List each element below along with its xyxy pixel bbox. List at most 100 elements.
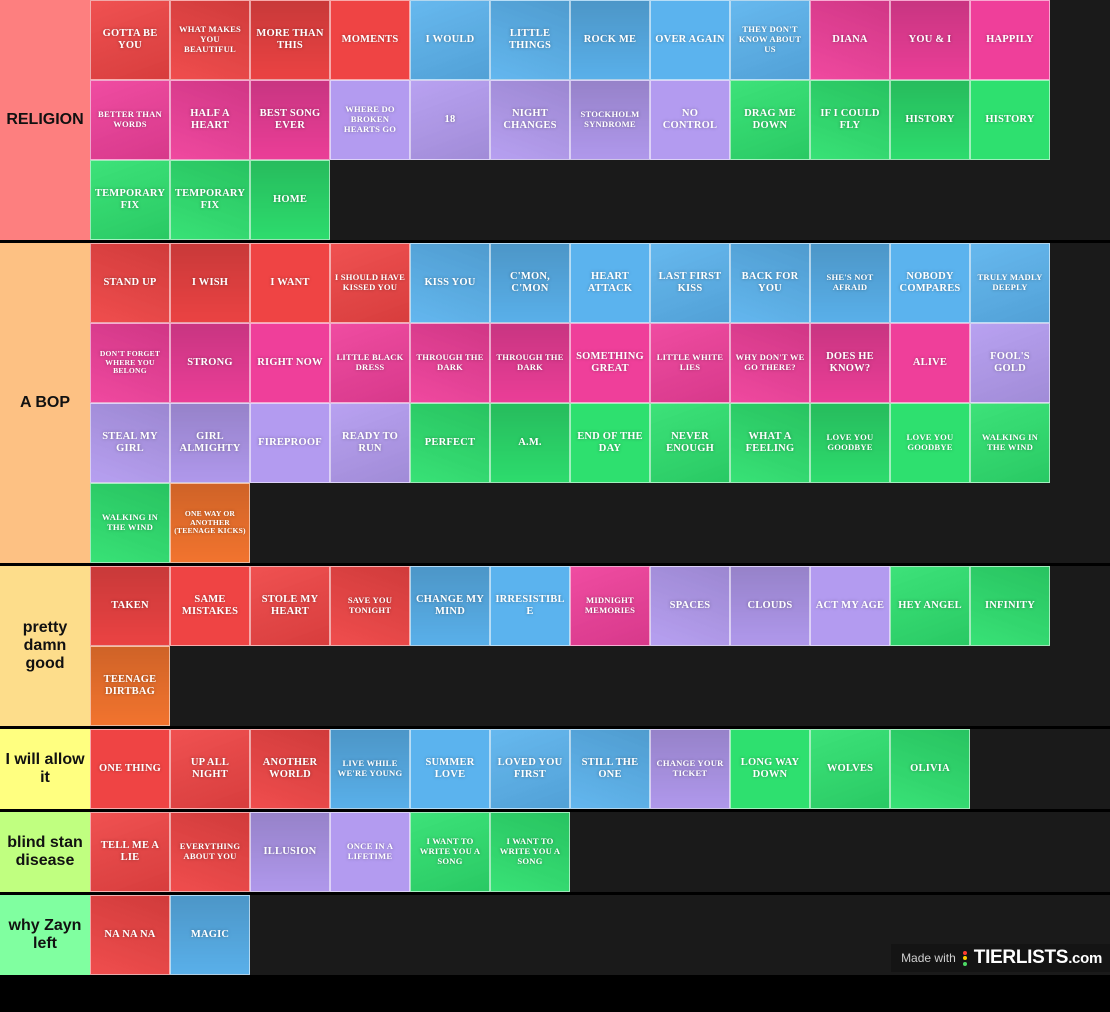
tier-item-tile[interactable]: NA NA NA (90, 895, 170, 975)
tier-item-tile[interactable]: YOU & I (890, 0, 970, 80)
tier-item-tile[interactable]: A.M. (490, 403, 570, 483)
tier-item-tile[interactable]: IRRESISTIBLE (490, 566, 570, 646)
tier-item-tile[interactable]: HAPPILY (970, 0, 1050, 80)
tier-item-tile[interactable]: NIGHT CHANGES (490, 80, 570, 160)
tier-item-tile[interactable]: READY TO RUN (330, 403, 410, 483)
tier-item-tile[interactable]: LOVE YOU GOODBYE (890, 403, 970, 483)
tier-item-tile[interactable]: SHE'S NOT AFRAID (810, 243, 890, 323)
tier-item-tile[interactable]: MORE THAN THIS (250, 0, 330, 80)
tier-item-tile[interactable]: ANOTHER WORLD (250, 729, 330, 809)
tier-item-tile[interactable]: NOBODY COMPARES (890, 243, 970, 323)
tier-item-tile[interactable]: FOOL'S GOLD (970, 323, 1050, 403)
tier-drop-zone[interactable]: STAND UP I WISH I WANT I SHOULD HAVE KISSED… (90, 243, 1110, 563)
tier-item-tile[interactable]: LOVED YOU FIRST (490, 729, 570, 809)
tier-item-tile[interactable]: MOMENTS (330, 0, 410, 80)
tier-item-tile[interactable]: END OF THE DAY (570, 403, 650, 483)
tier-item-tile[interactable]: WHERE DO BROKEN HEARTS GO (330, 80, 410, 160)
tier-item-tile[interactable]: ONE THING (90, 729, 170, 809)
tier-item-tile[interactable]: I WOULD (410, 0, 490, 80)
tier-item-tile[interactable]: I WANT TO WRITE YOU A SONG (410, 812, 490, 892)
tier-item-tile[interactable]: TEENAGE DIRTBAG (90, 646, 170, 726)
tier-item-tile[interactable]: SPACES (650, 566, 730, 646)
tier-item-tile[interactable]: WALKING IN THE WIND (970, 403, 1050, 483)
tier-item-tile[interactable]: OLIVIA (890, 729, 970, 809)
tier-item-tile[interactable]: ROCK ME (570, 0, 650, 80)
tier-item-tile[interactable]: HOME (250, 160, 330, 240)
tier-drop-zone[interactable]: TELL ME A LIE EVERYTHING ABOUT YOU ILLUSIO… (90, 812, 1110, 892)
tier-item-tile[interactable]: STOLE MY HEART (250, 566, 330, 646)
tier-item-tile[interactable]: C'MON, C'MON (490, 243, 570, 323)
tier-item-tile[interactable]: GOTTA BE YOU (90, 0, 170, 80)
tier-item-tile[interactable]: MAGIC (170, 895, 250, 975)
tier-item-tile[interactable]: TRULY MADLY DEEPLY (970, 243, 1050, 323)
tier-label[interactable]: why Zayn left (0, 895, 90, 975)
tier-item-tile[interactable]: BETTER THAN WORDS (90, 80, 170, 160)
tier-item-tile[interactable]: TELL ME A LIE (90, 812, 170, 892)
tier-item-tile[interactable]: MIDNIGHT MEMORIES (570, 566, 650, 646)
tier-item-tile[interactable]: HEART ATTACK (570, 243, 650, 323)
tier-label[interactable]: blind stan disease (0, 812, 90, 892)
tier-item-tile[interactable]: NO CONTROL (650, 80, 730, 160)
tier-item-tile[interactable]: THEY DON'T KNOW ABOUT US (730, 0, 810, 80)
tier-item-tile[interactable]: ACT MY AGE (810, 566, 890, 646)
tier-item-tile[interactable]: OVER AGAIN (650, 0, 730, 80)
tier-drop-zone[interactable]: ONE THING UP ALL NIGHT ANOTHER WORLD LIVE W… (90, 729, 1110, 809)
tier-item-tile[interactable]: I WISH (170, 243, 250, 323)
tier-item-tile[interactable]: SOMETHING GREAT (570, 323, 650, 403)
tier-item-tile[interactable]: LITTLE WHITE LIES (650, 323, 730, 403)
tier-item-tile[interactable]: WHAT MAKES YOU BEAUTIFUL (170, 0, 250, 80)
tier-item-tile[interactable]: LAST FIRST KISS (650, 243, 730, 323)
tier-drop-zone[interactable]: GOTTA BE YOU WHAT MAKES YOU BEAUTIFUL MORE… (90, 0, 1110, 240)
tier-item-tile[interactable]: PERFECT (410, 403, 490, 483)
tier-item-tile[interactable]: I SHOULD HAVE KISSED YOU (330, 243, 410, 323)
tier-item-tile[interactable]: ONE WAY OR ANOTHER (TEENAGE KICKS) (170, 483, 250, 563)
tier-item-tile[interactable]: HEY ANGEL (890, 566, 970, 646)
tier-item-tile[interactable]: FIREPROOF (250, 403, 330, 483)
tier-item-tile[interactable]: STOCKHOLM SYNDROME (570, 80, 650, 160)
tier-item-tile[interactable]: STRONG (170, 323, 250, 403)
tier-item-tile[interactable]: WHY DON'T WE GO THERE? (730, 323, 810, 403)
tier-item-tile[interactable]: IF I COULD FLY (810, 80, 890, 160)
tier-item-tile[interactable]: WOLVES (810, 729, 890, 809)
tier-item-tile[interactable]: ONCE IN A LIFETIME (330, 812, 410, 892)
tier-item-tile[interactable]: WALKING IN THE WIND (90, 483, 170, 563)
tier-item-tile[interactable]: THROUGH THE DARK (410, 323, 490, 403)
tier-item-tile[interactable]: INFINITY (970, 566, 1050, 646)
tier-item-tile[interactable]: CLOUDS (730, 566, 810, 646)
tier-item-tile[interactable]: 18 (410, 80, 490, 160)
tier-item-tile[interactable]: BACK FOR YOU (730, 243, 810, 323)
tier-item-tile[interactable]: EVERYTHING ABOUT YOU (170, 812, 250, 892)
tier-item-tile[interactable]: HISTORY (890, 80, 970, 160)
tier-item-tile[interactable]: CHANGE YOUR TICKET (650, 729, 730, 809)
tier-item-tile[interactable]: DIANA (810, 0, 890, 80)
tier-item-tile[interactable]: BEST SONG EVER (250, 80, 330, 160)
tier-item-tile[interactable]: STEAL MY GIRL (90, 403, 170, 483)
tier-item-tile[interactable]: DOES HE KNOW? (810, 323, 890, 403)
tier-item-tile[interactable]: KISS YOU (410, 243, 490, 323)
tier-item-tile[interactable]: RIGHT NOW (250, 323, 330, 403)
tier-item-tile[interactable]: SAME MISTAKES (170, 566, 250, 646)
tier-item-tile[interactable]: GIRL ALMIGHTY (170, 403, 250, 483)
tier-label[interactable]: A BOP (0, 243, 90, 563)
tier-item-tile[interactable]: HISTORY (970, 80, 1050, 160)
tier-drop-zone[interactable]: TAKEN SAME MISTAKES STOLE MY HEART SAVE YOU… (90, 566, 1110, 726)
tier-item-tile[interactable]: I WANT (250, 243, 330, 323)
tier-item-tile[interactable]: SAVE YOU TONIGHT (330, 566, 410, 646)
tier-item-tile[interactable]: HALF A HEART (170, 80, 250, 160)
tier-item-tile[interactable]: DON'T FORGET WHERE YOU BELONG (90, 323, 170, 403)
tier-item-tile[interactable]: LOVE YOU GOODBYE (810, 403, 890, 483)
tier-item-tile[interactable]: TEMPORARY FIX (90, 160, 170, 240)
tier-item-tile[interactable]: STAND UP (90, 243, 170, 323)
tier-label[interactable]: I will allow it (0, 729, 90, 809)
tier-item-tile[interactable]: SUMMER LOVE (410, 729, 490, 809)
tier-item-tile[interactable]: TAKEN (90, 566, 170, 646)
tier-item-tile[interactable]: ILLUSION (250, 812, 330, 892)
tier-item-tile[interactable]: LITTLE THINGS (490, 0, 570, 80)
tier-item-tile[interactable]: LITTLE BLACK DRESS (330, 323, 410, 403)
tier-item-tile[interactable]: WHAT A FEELING (730, 403, 810, 483)
tier-item-tile[interactable]: TEMPORARY FIX (170, 160, 250, 240)
tier-label[interactable]: RELIGION (0, 0, 90, 240)
tier-item-tile[interactable]: DRAG ME DOWN (730, 80, 810, 160)
tier-item-tile[interactable]: STILL THE ONE (570, 729, 650, 809)
tier-item-tile[interactable]: CHANGE MY MIND (410, 566, 490, 646)
